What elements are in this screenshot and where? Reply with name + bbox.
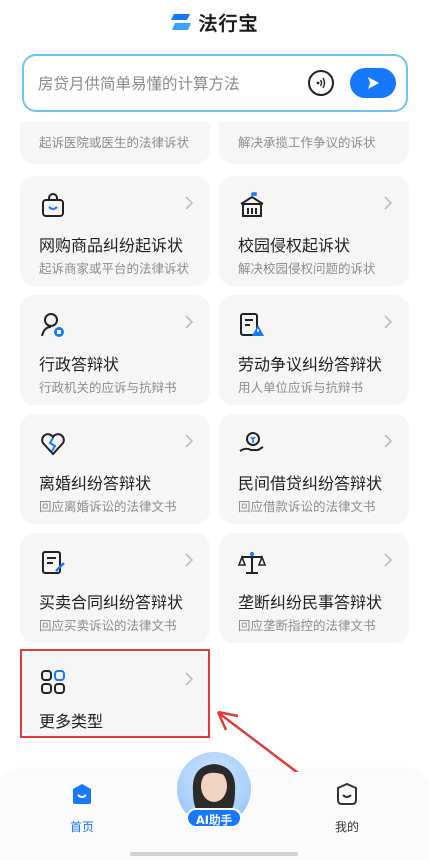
chevron-right-icon bbox=[185, 196, 194, 210]
card-online-shopping-complaint[interactable]: 网购商品纠纷起诉状 起诉商家或平台的法律诉状 bbox=[20, 176, 210, 286]
send-button[interactable] bbox=[350, 68, 396, 98]
card-title: 校园侵权起诉状 bbox=[238, 236, 351, 255]
card-administrative-defense[interactable]: 行政答辩状 行政机关的应诉与抗辩书 bbox=[20, 295, 210, 405]
card-title: 行政答辩状 bbox=[39, 355, 120, 374]
chevron-right-icon bbox=[185, 672, 194, 686]
nav-home-label: 首页 bbox=[69, 820, 94, 834]
chevron-right-icon bbox=[185, 553, 194, 567]
card-subtitle: 行政机关的应诉与抗辩书 bbox=[39, 380, 177, 395]
card-title: 劳动争议纠纷答辩状 bbox=[238, 355, 383, 374]
profile-face-icon bbox=[337, 782, 357, 805]
card-subtitle: 用人单位应诉与抗辩书 bbox=[238, 380, 364, 395]
chevron-right-icon bbox=[185, 315, 194, 329]
card-sales-contract-defense[interactable]: 买卖合同纠纷答辩状 回应买卖诉讼的法律文书 bbox=[20, 533, 210, 643]
broken-heart-icon bbox=[41, 433, 65, 456]
card-title: 更多类型 bbox=[39, 712, 104, 731]
home-icon bbox=[73, 784, 91, 804]
document-warning-icon bbox=[240, 313, 264, 336]
money-hand-icon bbox=[239, 432, 264, 452]
grid-more-icon bbox=[41, 670, 65, 694]
card-title: 垄断纠纷民事答辩状 bbox=[238, 593, 383, 612]
shopping-bag-icon bbox=[42, 193, 64, 217]
card-subtitle: 起诉医院或医生的法律诉状 bbox=[39, 135, 190, 150]
contract-icon bbox=[42, 551, 65, 574]
card-subtitle: 起诉商家或平台的法律诉状 bbox=[39, 261, 190, 276]
voice-input-button[interactable] bbox=[308, 70, 334, 96]
home-indicator bbox=[130, 852, 298, 856]
card-campus-tort-complaint[interactable]: 校园侵权起诉状 解决校园侵权问题的诉状 bbox=[219, 176, 409, 286]
card-subtitle: 回应离婚诉讼的法律文书 bbox=[39, 499, 177, 514]
card-title: 买卖合同纠纷答辩状 bbox=[39, 593, 184, 612]
official-person-icon bbox=[41, 313, 64, 337]
chevron-right-icon bbox=[384, 315, 393, 329]
scales-icon bbox=[238, 552, 266, 574]
ai-assistant-button[interactable]: AI助手 bbox=[172, 752, 256, 828]
card-private-lending-defense[interactable]: 民间借贷纠纷答辩状 回应借款诉讼的法律文书 bbox=[219, 414, 409, 524]
card-title: 民间借贷纠纷答辩状 bbox=[238, 474, 383, 493]
card-divorce-defense[interactable]: 离婚纠纷答辩状 回应离婚诉讼的法律文书 bbox=[20, 414, 210, 524]
card-contracting-dispute[interactable]: 解决承揽工作争议的诉状 bbox=[219, 122, 409, 164]
document-type-list: 起诉医院或医生的法律诉状 解决承揽工作争议的诉状 网购商品纠纷起诉状 起诉商家或… bbox=[0, 122, 429, 770]
chevron-right-icon bbox=[384, 434, 393, 448]
logo-icon bbox=[171, 14, 192, 30]
nav-mine[interactable]: 我的 bbox=[317, 782, 377, 835]
card-subtitle: 回应借款诉讼的法律文书 bbox=[238, 499, 376, 514]
send-icon bbox=[368, 77, 379, 89]
school-building-icon bbox=[240, 192, 264, 217]
card-medical-dispute[interactable]: 起诉医院或医生的法律诉状 bbox=[20, 122, 210, 164]
app-title: 法行宝 bbox=[198, 12, 259, 35]
voice-icon bbox=[316, 77, 326, 89]
card-title: 离婚纠纷答辩状 bbox=[39, 474, 152, 493]
search-input[interactable]: 房贷月供简单易懂的计算方法 bbox=[38, 72, 308, 94]
ai-assistant-label: AI助手 bbox=[186, 808, 242, 828]
card-subtitle: 解决校园侵权问题的诉状 bbox=[238, 261, 376, 276]
card-labor-dispute-defense[interactable]: 劳动争议纠纷答辩状 用人单位应诉与抗辩书 bbox=[219, 295, 409, 405]
card-subtitle: 回应买卖诉讼的法律文书 bbox=[39, 618, 177, 633]
app-header: 法行宝 bbox=[0, 0, 429, 44]
nav-mine-label: 我的 bbox=[334, 820, 359, 834]
card-subtitle: 解决承揽工作争议的诉状 bbox=[238, 135, 376, 150]
search-bar[interactable]: 房贷月供简单易懂的计算方法 bbox=[22, 54, 408, 112]
card-title: 网购商品纠纷起诉状 bbox=[39, 236, 184, 255]
card-antitrust-civil-defense[interactable]: 垄断纠纷民事答辩状 回应垄断指控的法律文书 bbox=[219, 533, 409, 643]
card-more-types[interactable]: 更多类型 bbox=[20, 652, 210, 737]
chevron-right-icon bbox=[384, 196, 393, 210]
chevron-right-icon bbox=[384, 553, 393, 567]
nav-home[interactable]: 首页 bbox=[52, 782, 112, 835]
card-subtitle: 回应垄断指控的法律文书 bbox=[238, 618, 376, 633]
chevron-right-icon bbox=[185, 434, 194, 448]
